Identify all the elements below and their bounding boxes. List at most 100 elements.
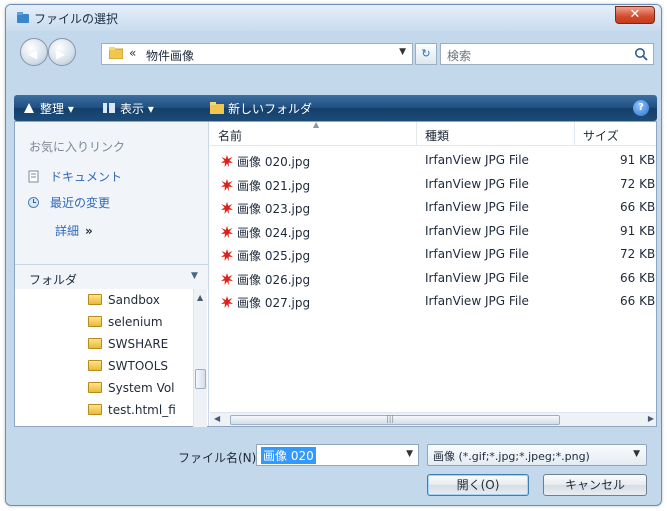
irfanview-file-icon xyxy=(221,249,233,261)
file-size-cell: 91 KB xyxy=(620,153,656,167)
table-row[interactable]: 画像 021.jpg IrfanView JPG File 72 KB xyxy=(210,174,656,196)
sort-ascending-icon: ▲ xyxy=(313,120,320,129)
scroll-grip-icon: ||| xyxy=(386,414,395,423)
favorite-recent[interactable]: 最近の変更 xyxy=(27,194,110,211)
favorite-documents[interactable]: ドキュメント xyxy=(27,168,122,185)
folder-icon xyxy=(88,294,102,305)
folder-tree-header[interactable]: フォルダ ▼ xyxy=(15,265,208,289)
recent-icon xyxy=(28,197,39,208)
organize-button[interactable]: 整理 ▾ xyxy=(40,100,74,117)
folder-icon xyxy=(88,360,102,371)
search-input[interactable]: 検索 xyxy=(440,43,654,65)
scroll-thumb[interactable] xyxy=(195,369,206,389)
address-bar[interactable]: « 物件画像 ▼ xyxy=(101,43,413,65)
file-size-cell: 66 KB xyxy=(620,294,656,308)
column-header-row: 名前 ▲ 種類 サイズ xyxy=(210,120,656,146)
tree-item-swtools[interactable]: SWTOOLS xyxy=(88,359,168,377)
refresh-icon: ↻ xyxy=(421,47,431,60)
view-icon xyxy=(103,103,115,113)
irfanview-file-icon xyxy=(221,178,233,191)
help-icon[interactable]: ? xyxy=(633,100,649,116)
open-button[interactable]: 開く(O) xyxy=(427,474,529,496)
file-name-cell[interactable]: 画像 026.jpg xyxy=(220,271,310,288)
filename-label: ファイル名(N): xyxy=(178,451,261,465)
table-row[interactable]: 画像 026.jpg IrfanView JPG File 66 KB xyxy=(210,268,656,290)
details-link[interactable]: 詳細» xyxy=(55,222,93,239)
new-folder-icon xyxy=(210,102,224,114)
chevron-down-icon[interactable]: ▼ xyxy=(399,47,406,57)
file-type-cell: IrfanView JPG File xyxy=(425,153,529,167)
file-open-dialog: ファイルの選択 ✕ ◀ ▶ « 物件画像 ▼ ↻ 検索 整理 ▾ 表示 ▾ 新し… xyxy=(5,4,662,506)
filetype-select[interactable]: 画像 (*.gif;*.jpg;*.jpeg;*.png) ▼ xyxy=(427,444,647,466)
scroll-right-icon[interactable]: ▶ xyxy=(648,414,654,423)
file-type-cell: IrfanView JPG File xyxy=(425,294,529,308)
folder-scrollbar[interactable]: ▲ xyxy=(193,289,207,427)
file-size-cell: 66 KB xyxy=(620,200,656,214)
file-name-cell[interactable]: 画像 023.jpg xyxy=(220,200,310,217)
table-row[interactable]: 画像 027.jpg IrfanView JPG File 66 KB xyxy=(210,291,656,313)
scroll-thumb[interactable]: ||| xyxy=(230,414,560,425)
back-arrow-icon: ◀ xyxy=(28,47,38,61)
refresh-button[interactable]: ↻ xyxy=(415,43,437,65)
tree-item-swshare[interactable]: SWSHARE xyxy=(88,337,168,355)
irfanview-file-icon xyxy=(221,272,233,285)
app-icon xyxy=(17,12,29,23)
forward-button[interactable]: ▶ xyxy=(48,38,76,66)
irfanview-file-icon xyxy=(221,225,233,238)
folder-icon xyxy=(88,404,102,415)
folder-icon xyxy=(88,382,102,393)
file-type-cell: IrfanView JPG File xyxy=(425,247,529,261)
file-name-cell[interactable]: 画像 027.jpg xyxy=(220,294,310,311)
breadcrumb-separator: « xyxy=(129,46,137,60)
browser-content: お気に入りリンク ドキュメント 最近の変更 詳細» フォルダ ▼ Sandbox… xyxy=(14,120,657,427)
file-name-cell[interactable]: 画像 020.jpg xyxy=(220,153,310,170)
file-list: 名前 ▲ 種類 サイズ 画像 020.jpg IrfanView JPG File… xyxy=(210,120,656,426)
file-name-cell[interactable]: 画像 021.jpg xyxy=(220,177,310,194)
cancel-button[interactable]: キャンセル xyxy=(543,474,647,496)
folder-tree: フォルダ ▼ Sandbox selenium SWSHARE SWTOOLS … xyxy=(15,264,208,427)
folder-tree-title: フォルダ xyxy=(29,273,78,287)
view-button[interactable]: 表示 ▾ xyxy=(120,100,154,117)
table-row[interactable]: 画像 024.jpg IrfanView JPG File 91 KB xyxy=(210,221,656,243)
forward-arrow-icon: ▶ xyxy=(56,47,66,61)
address-row: ◀ ▶ « 物件画像 ▼ ↻ 検索 xyxy=(6,31,661,69)
scroll-left-icon[interactable]: ◀ xyxy=(214,414,220,423)
back-button[interactable]: ◀ xyxy=(20,38,48,66)
window-title: ファイルの選択 xyxy=(34,12,119,26)
irfanview-file-icon xyxy=(221,155,233,167)
organize-icon xyxy=(24,103,34,113)
table-row[interactable]: 画像 025.jpg IrfanView JPG File 72 KB xyxy=(210,244,656,266)
document-icon xyxy=(28,170,39,183)
new-folder-button[interactable]: 新しいフォルダ xyxy=(228,100,312,117)
tree-item-selenium[interactable]: selenium xyxy=(88,315,163,333)
breadcrumb-path[interactable]: 物件画像 xyxy=(146,47,194,64)
chevron-down-icon[interactable]: ▼ xyxy=(633,449,640,459)
search-icon[interactable] xyxy=(633,46,649,62)
column-type[interactable]: 種類 xyxy=(417,122,575,146)
file-name-cell[interactable]: 画像 024.jpg xyxy=(220,224,310,241)
tree-item-sandbox[interactable]: Sandbox xyxy=(88,293,160,311)
title-bar: ファイルの選択 ✕ xyxy=(6,5,661,31)
column-name[interactable]: 名前 ▲ xyxy=(210,120,417,146)
favorite-links-title: お気に入りリンク xyxy=(29,140,126,154)
filename-value: 画像 020 xyxy=(261,447,316,464)
tree-item-test-html[interactable]: test.html_fi xyxy=(88,403,176,421)
navigation-pane: お気に入りリンク ドキュメント 最近の変更 詳細» フォルダ ▼ Sandbox… xyxy=(15,122,209,427)
file-type-cell: IrfanView JPG File xyxy=(425,200,529,214)
table-row[interactable]: 画像 020.jpg IrfanView JPG File 91 KB xyxy=(210,150,656,172)
filename-input[interactable]: 画像 020 ▼ xyxy=(256,444,419,466)
file-type-cell: IrfanView JPG File xyxy=(425,270,529,285)
file-list-scrollbar[interactable]: ◀ ||| ▶ xyxy=(210,412,656,426)
column-size[interactable]: サイズ xyxy=(575,122,656,146)
filetype-value: 画像 (*.gif;*.jpg;*.jpeg;*.png) xyxy=(433,450,590,463)
chevron-down-icon[interactable]: ▼ xyxy=(191,271,198,281)
file-type-cell: IrfanView JPG File xyxy=(425,223,529,238)
file-name-cell[interactable]: 画像 025.jpg xyxy=(220,247,310,264)
close-button[interactable]: ✕ xyxy=(615,6,655,24)
double-chevron-icon: » xyxy=(85,224,93,238)
chevron-down-icon[interactable]: ▼ xyxy=(406,449,413,459)
scroll-up-icon[interactable]: ▲ xyxy=(197,293,203,302)
search-placeholder: 検索 xyxy=(447,49,472,63)
tree-item-system-vol[interactable]: System Vol xyxy=(88,381,175,399)
table-row[interactable]: 画像 023.jpg IrfanView JPG File 66 KB xyxy=(210,197,656,219)
